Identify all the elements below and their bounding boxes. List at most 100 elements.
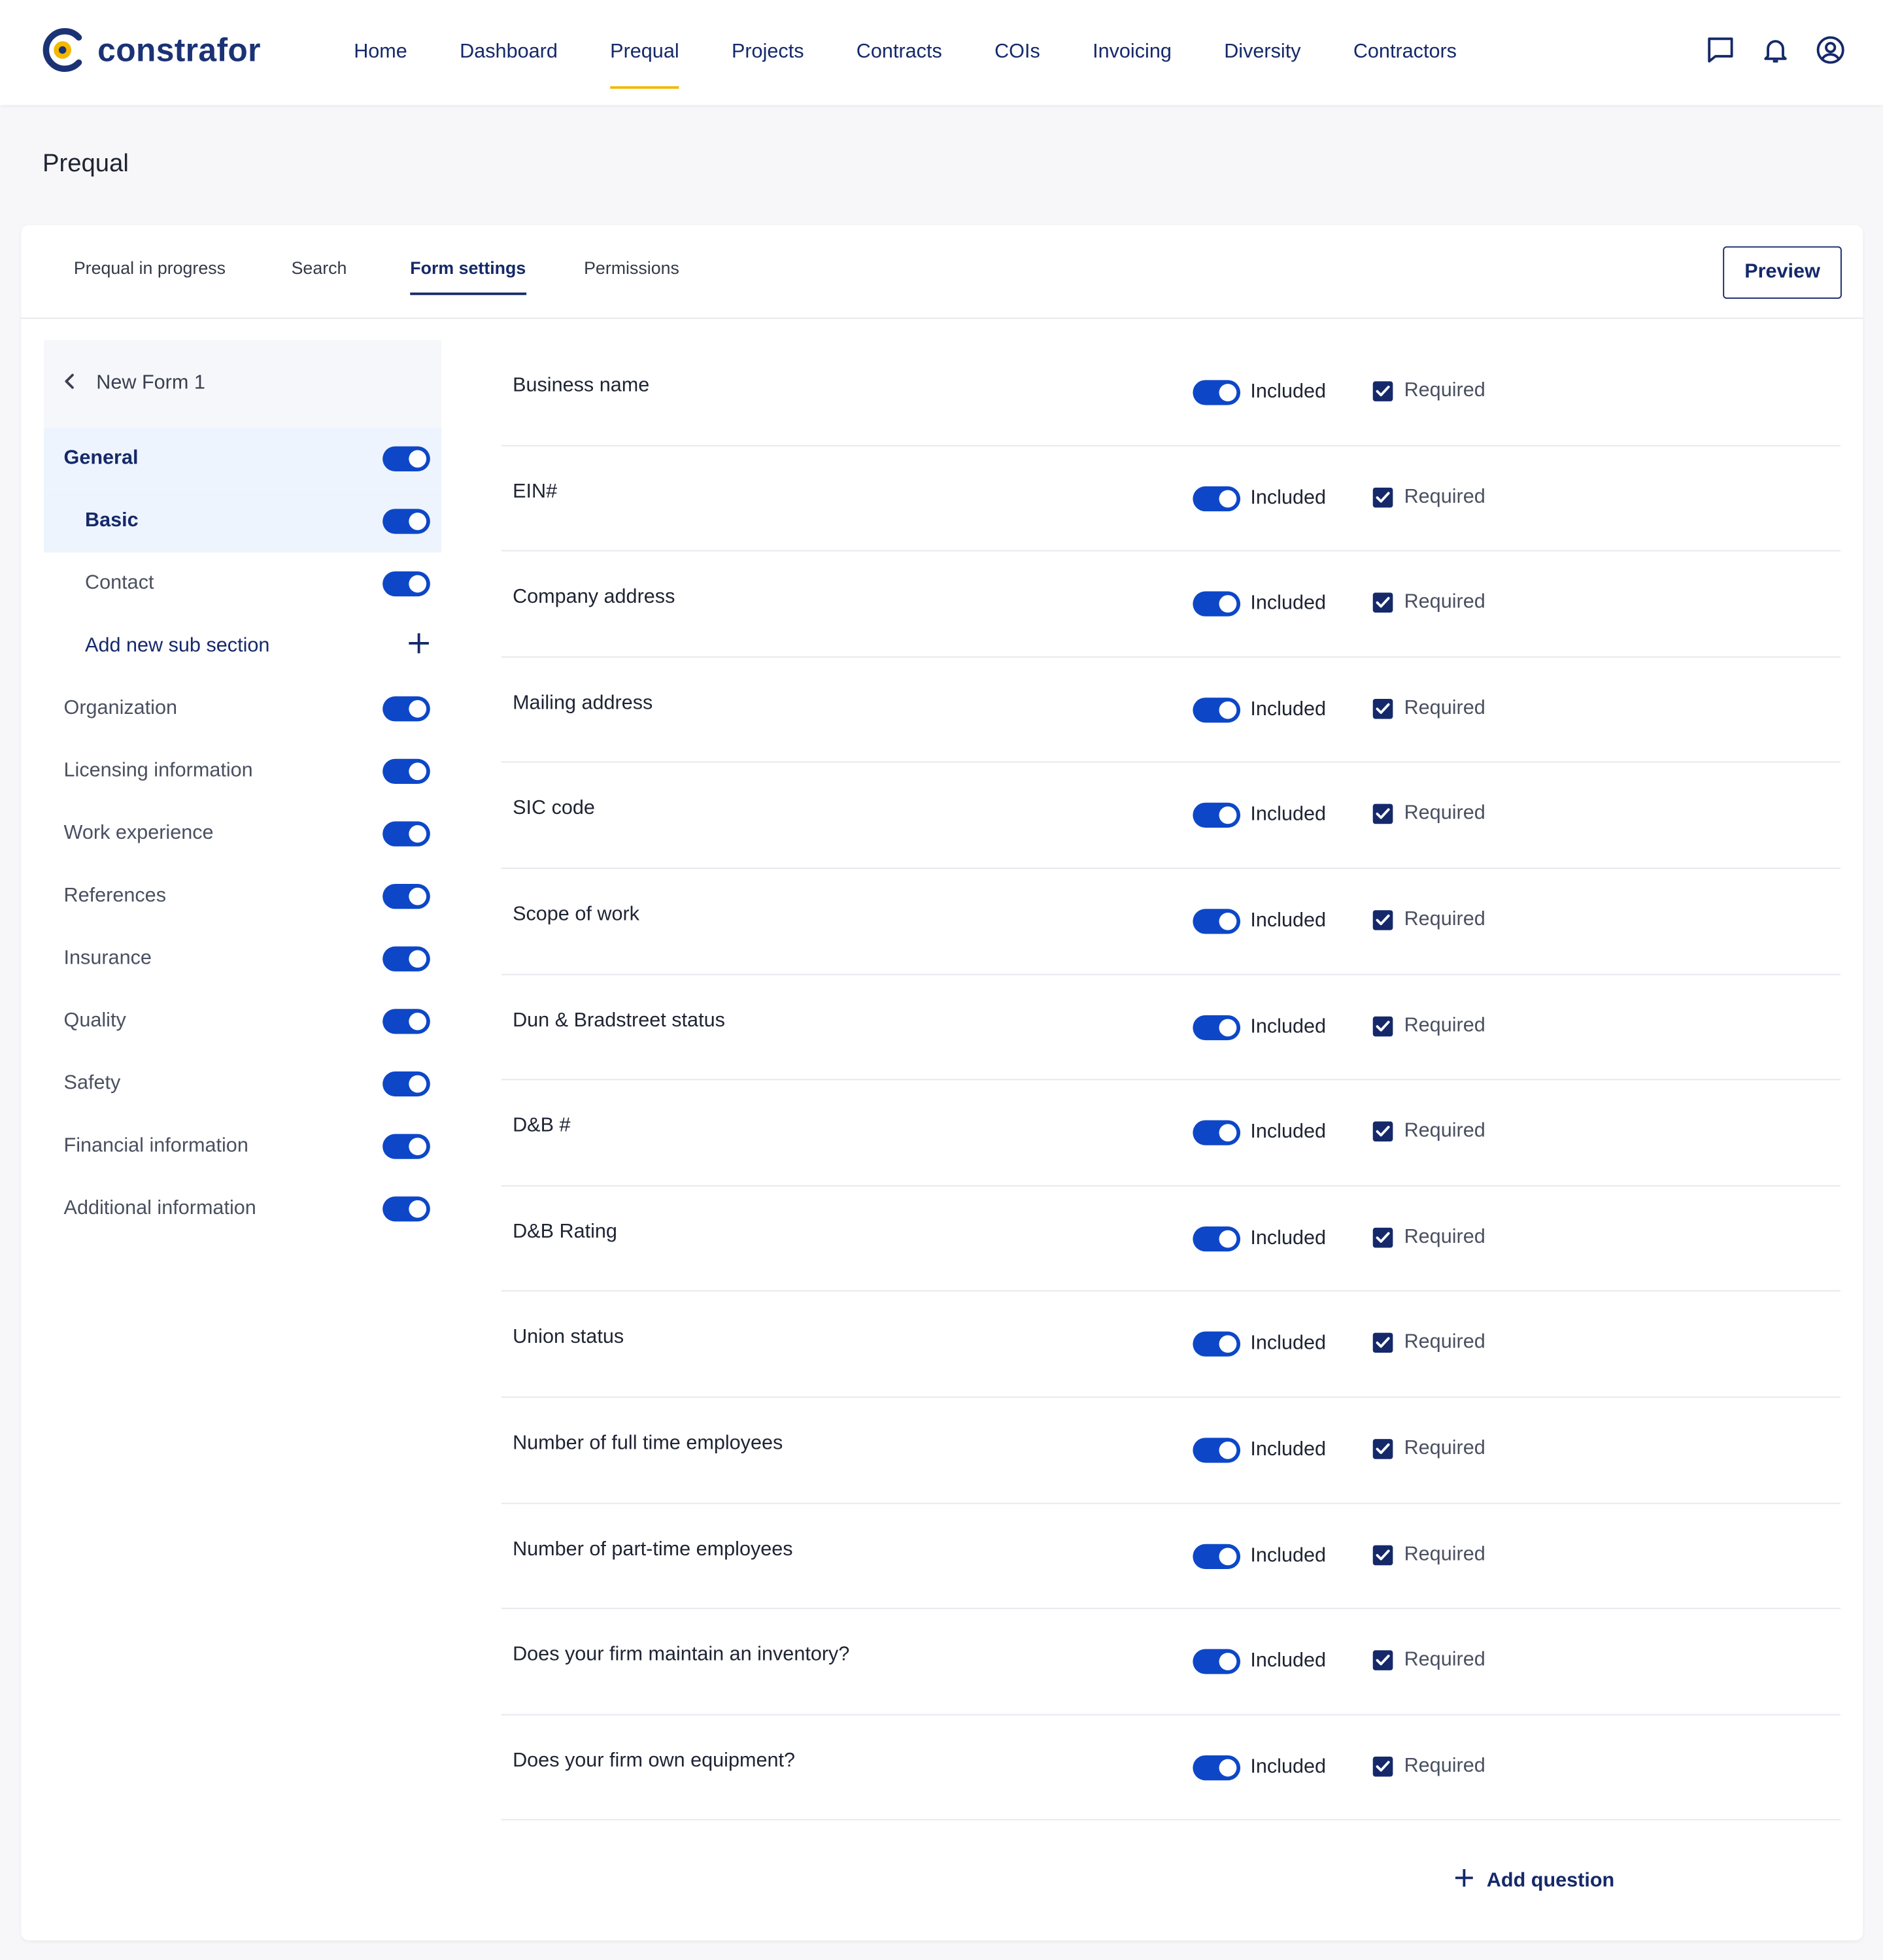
- brand-logo[interactable]: constrafor: [40, 27, 261, 73]
- required-checkbox[interactable]: Required: [1372, 380, 1485, 402]
- sidebar-item-general[interactable]: General: [43, 428, 442, 490]
- required-checkbox[interactable]: Required: [1372, 698, 1485, 720]
- back-to-form-button[interactable]: New Form 1: [43, 340, 442, 428]
- toggle-switch[interactable]: [1193, 909, 1241, 934]
- nav-link-home[interactable]: Home: [328, 0, 433, 105]
- sidebar-item-licensing-information[interactable]: Licensing information: [44, 740, 441, 803]
- section-toggle[interactable]: [382, 946, 430, 972]
- included-toggle[interactable]: Included: [1193, 1226, 1326, 1251]
- section-toggle[interactable]: [382, 1009, 430, 1034]
- required-checkbox[interactable]: Required: [1372, 1015, 1485, 1037]
- required-checkbox[interactable]: Required: [1372, 1438, 1485, 1460]
- included-toggle[interactable]: Included: [1193, 486, 1326, 511]
- tab-form-settings[interactable]: Form settings: [410, 258, 526, 296]
- required-checkbox[interactable]: Required: [1372, 1755, 1485, 1777]
- included-toggle[interactable]: Included: [1193, 697, 1326, 722]
- sidebar-item-quality[interactable]: Quality: [44, 990, 441, 1053]
- checkbox-checked-icon[interactable]: [1372, 487, 1393, 507]
- toggle-switch[interactable]: [1193, 1226, 1241, 1251]
- add-sub-section-button[interactable]: Add new sub section: [44, 615, 441, 678]
- toggle-switch[interactable]: [1193, 697, 1241, 722]
- included-toggle[interactable]: Included: [1193, 591, 1326, 617]
- tab-prequal-in-progress[interactable]: Prequal in progress: [74, 258, 226, 293]
- sidebar-item-basic[interactable]: Basic: [43, 490, 442, 553]
- section-toggle[interactable]: [382, 758, 430, 785]
- section-toggle[interactable]: [382, 696, 430, 722]
- required-checkbox[interactable]: Required: [1372, 1332, 1485, 1354]
- checkbox-checked-icon[interactable]: [1372, 1544, 1393, 1565]
- included-toggle[interactable]: Included: [1193, 1014, 1326, 1040]
- nav-link-invoicing[interactable]: Invoicing: [1066, 0, 1198, 105]
- preview-button[interactable]: Preview: [1723, 246, 1842, 299]
- included-toggle[interactable]: Included: [1193, 1332, 1326, 1357]
- tab-search[interactable]: Search: [292, 258, 347, 293]
- toggle-switch[interactable]: [1193, 1543, 1241, 1569]
- nav-link-cois[interactable]: COIs: [968, 0, 1066, 105]
- section-toggle[interactable]: [382, 821, 430, 847]
- required-checkbox[interactable]: Required: [1372, 1226, 1485, 1249]
- nav-link-prequal[interactable]: Prequal: [584, 0, 705, 105]
- sidebar-item-organization[interactable]: Organization: [44, 677, 441, 740]
- section-toggle[interactable]: [382, 884, 430, 909]
- included-toggle[interactable]: Included: [1193, 1755, 1326, 1780]
- sidebar-item-references[interactable]: References: [44, 865, 441, 928]
- toggle-switch[interactable]: [1193, 380, 1241, 405]
- checkbox-checked-icon[interactable]: [1372, 804, 1393, 824]
- checkbox-checked-icon[interactable]: [1372, 910, 1393, 930]
- nav-link-contracts[interactable]: Contracts: [830, 0, 968, 105]
- checkbox-checked-icon[interactable]: [1372, 592, 1393, 613]
- checkbox-checked-icon[interactable]: [1372, 1756, 1393, 1776]
- section-toggle[interactable]: [382, 571, 430, 597]
- toggle-switch[interactable]: [1193, 1014, 1241, 1040]
- nav-link-dashboard[interactable]: Dashboard: [433, 0, 584, 105]
- chat-icon[interactable]: [1705, 35, 1735, 65]
- checkbox-checked-icon[interactable]: [1372, 1015, 1393, 1036]
- sidebar-item-contact[interactable]: Contact: [44, 552, 441, 615]
- required-checkbox[interactable]: Required: [1372, 1649, 1485, 1672]
- sidebar-item-insurance[interactable]: Insurance: [44, 928, 441, 990]
- required-checkbox[interactable]: Required: [1372, 486, 1485, 508]
- included-toggle[interactable]: Included: [1193, 1120, 1326, 1146]
- checkbox-checked-icon[interactable]: [1372, 1227, 1393, 1248]
- toggle-switch[interactable]: [1193, 803, 1241, 828]
- checkbox-checked-icon[interactable]: [1372, 381, 1393, 401]
- checkbox-checked-icon[interactable]: [1372, 698, 1393, 719]
- section-toggle[interactable]: [382, 1071, 430, 1097]
- included-toggle[interactable]: Included: [1193, 909, 1326, 934]
- toggle-switch[interactable]: [1193, 1438, 1241, 1463]
- checkbox-checked-icon[interactable]: [1372, 1333, 1393, 1353]
- required-checkbox[interactable]: Required: [1372, 1544, 1485, 1566]
- toggle-switch[interactable]: [1193, 1332, 1241, 1357]
- required-checkbox[interactable]: Required: [1372, 1121, 1485, 1143]
- required-checkbox[interactable]: Required: [1372, 592, 1485, 614]
- included-toggle[interactable]: Included: [1193, 1649, 1326, 1674]
- toggle-switch[interactable]: [1193, 486, 1241, 511]
- checkbox-checked-icon[interactable]: [1372, 1650, 1393, 1671]
- user-circle-icon[interactable]: [1816, 35, 1846, 65]
- toggle-switch[interactable]: [1193, 1120, 1241, 1146]
- required-checkbox[interactable]: Required: [1372, 909, 1485, 931]
- included-toggle[interactable]: Included: [1193, 380, 1326, 405]
- section-toggle[interactable]: [382, 1134, 430, 1159]
- section-toggle[interactable]: [382, 509, 430, 534]
- sidebar-item-work-experience[interactable]: Work experience: [44, 803, 441, 866]
- nav-link-contractors[interactable]: Contractors: [1327, 0, 1483, 105]
- section-toggle[interactable]: [382, 1196, 430, 1222]
- section-toggle[interactable]: [382, 446, 430, 471]
- plus-icon[interactable]: [407, 632, 430, 661]
- required-checkbox[interactable]: Required: [1372, 803, 1485, 825]
- included-toggle[interactable]: Included: [1193, 803, 1326, 828]
- tab-permissions[interactable]: Permissions: [584, 258, 679, 293]
- toggle-switch[interactable]: [1193, 1755, 1241, 1780]
- add-question-button[interactable]: Add question: [1454, 1868, 1614, 1894]
- included-toggle[interactable]: Included: [1193, 1543, 1326, 1569]
- sidebar-item-financial-information[interactable]: Financial information: [44, 1115, 441, 1178]
- sidebar-item-additional-information[interactable]: Additional information: [44, 1177, 441, 1240]
- sidebar-item-safety[interactable]: Safety: [44, 1053, 441, 1115]
- bell-icon[interactable]: [1761, 35, 1791, 65]
- toggle-switch[interactable]: [1193, 591, 1241, 617]
- checkbox-checked-icon[interactable]: [1372, 1438, 1393, 1459]
- included-toggle[interactable]: Included: [1193, 1438, 1326, 1463]
- nav-link-projects[interactable]: Projects: [705, 0, 830, 105]
- checkbox-checked-icon[interactable]: [1372, 1121, 1393, 1142]
